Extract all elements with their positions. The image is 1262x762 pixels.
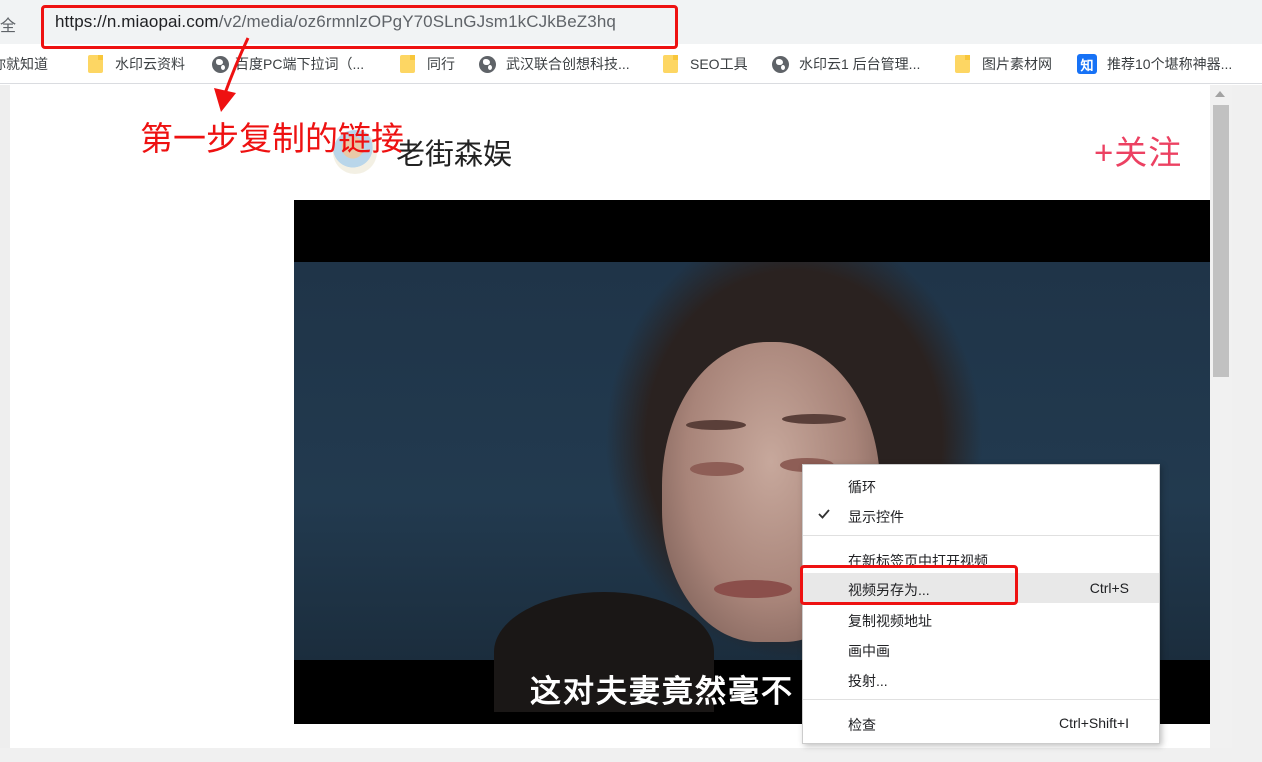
menu-separator xyxy=(803,699,1159,700)
menu-item-inspect[interactable]: 检查 Ctrl+Shift+I xyxy=(803,708,1159,738)
bookmark-label: 图片素材网 xyxy=(982,56,1052,72)
bookmark-label: 你就知道 xyxy=(0,56,48,72)
username[interactable]: 老街森娱 xyxy=(396,131,512,173)
video-scene xyxy=(714,580,792,598)
video-scene xyxy=(782,414,846,424)
annotation-text: 第一步复制的链接 xyxy=(140,120,404,157)
bookmark-label: 推荐10个堪称神器... xyxy=(1107,56,1233,72)
bookmark-item[interactable]: 水印云1 后台管理... xyxy=(772,54,920,74)
bookmark-label: 武汉联合创想科技... xyxy=(506,56,630,72)
bookmark-label: SEO工具 xyxy=(690,56,748,72)
annotation-url-box xyxy=(41,5,678,49)
follow-button[interactable]: +关注 xyxy=(1094,126,1182,174)
right-margin xyxy=(1232,85,1262,748)
scrollbar-thumb[interactable] xyxy=(1213,105,1229,377)
menu-item-label: 画中画 xyxy=(848,643,890,659)
menu-separator xyxy=(803,535,1159,536)
folder-icon xyxy=(955,55,970,73)
annotation-save-box xyxy=(800,565,1018,605)
menu-item-label: 循环 xyxy=(848,479,876,495)
bookmark-label: 百度PC端下拉词（... xyxy=(235,56,365,72)
globe-icon xyxy=(212,55,229,73)
globe-icon xyxy=(479,55,496,73)
bookmark-item[interactable]: SEO工具 xyxy=(663,54,748,74)
video-subtitle: 这对夫妻竟然毫不 xyxy=(530,674,794,709)
menu-item-cast[interactable]: 投射... xyxy=(803,664,1159,694)
bookmark-item[interactable]: 武汉联合创想科技... xyxy=(479,54,630,74)
menu-item-label: 复制视频地址 xyxy=(848,613,932,629)
bookmark-item[interactable]: 你就知道 xyxy=(0,54,48,74)
bookmark-item[interactable]: 同行 xyxy=(400,54,455,74)
left-gutter xyxy=(0,85,10,762)
menu-item-loop[interactable]: 循环 xyxy=(803,470,1159,500)
menu-item-show-controls[interactable]: 显示控件 xyxy=(803,500,1159,530)
menu-item-shortcut: Ctrl+Shift+I xyxy=(1058,715,1129,731)
bookmark-item[interactable]: 图片素材网 xyxy=(955,54,1052,74)
bookmark-item[interactable]: 知 推荐10个堪称神器... xyxy=(1077,54,1232,74)
bookmark-item[interactable]: 百度PC端下拉词（... xyxy=(212,54,364,74)
zhihu-icon: 知 xyxy=(1077,54,1097,74)
bookmarks-bar: 你就知道 水印云资料 百度PC端下拉词（... 同行 武汉联合创想科技... S… xyxy=(0,44,1262,84)
checkmark-icon xyxy=(818,509,830,519)
bookmark-label: 同行 xyxy=(427,56,455,72)
menu-item-picture-in-picture[interactable]: 画中画 xyxy=(803,634,1159,664)
menu-item-label: 投射... xyxy=(848,673,888,689)
video-scene xyxy=(690,462,744,476)
scroll-up-arrow-icon[interactable] xyxy=(1215,91,1225,97)
video-scene xyxy=(686,420,746,430)
bookmark-label: 水印云资料 xyxy=(115,56,185,72)
globe-icon xyxy=(772,55,789,73)
folder-icon xyxy=(663,55,678,73)
menu-item-copy-video-address[interactable]: 复制视频地址 xyxy=(803,604,1159,634)
menu-item-label: 检查 xyxy=(848,717,876,733)
bookmark-label: 水印云1 后台管理... xyxy=(799,56,921,72)
bookmark-item[interactable]: 水印云资料 xyxy=(88,54,185,74)
folder-icon xyxy=(400,55,415,73)
bottom-margin xyxy=(0,748,1262,762)
folder-icon xyxy=(88,55,103,73)
menu-item-shortcut: Ctrl+S xyxy=(1089,580,1129,596)
menu-item-label: 显示控件 xyxy=(848,509,904,525)
security-label[interactable]: 全 xyxy=(0,12,16,36)
